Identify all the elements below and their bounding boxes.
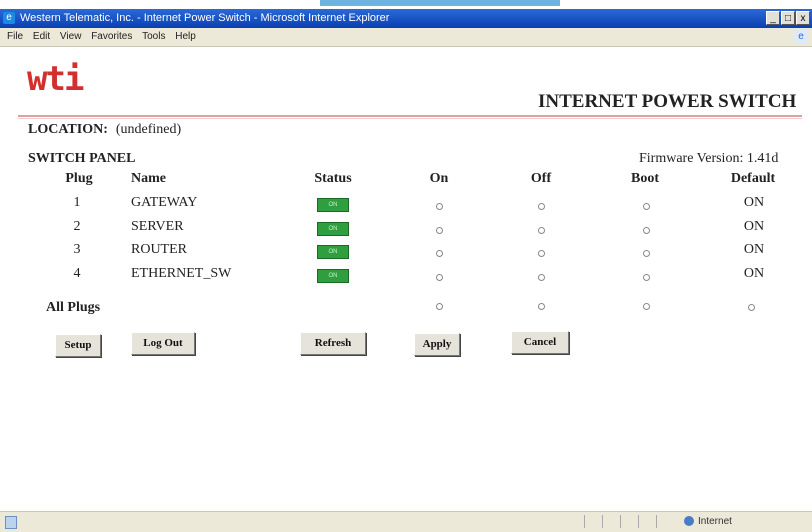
default-value: ON (743, 242, 765, 257)
minimize-button[interactable]: _ (766, 11, 780, 25)
radio-boot[interactable] (643, 250, 650, 257)
status-on-button[interactable]: ON (317, 269, 349, 283)
menu-view[interactable]: View (60, 31, 82, 42)
window-titlebar[interactable]: e Western Telematic, Inc. - Internet Pow… (0, 9, 812, 28)
radio-on[interactable] (436, 274, 443, 281)
page-content: wti INTERNET POWER SWITCH LOCATION: (unde… (0, 47, 812, 511)
default-value: ON (743, 195, 765, 210)
ie-throbber-icon: e (794, 30, 808, 44)
menu-help[interactable]: Help (175, 31, 196, 42)
radio-off[interactable] (538, 250, 545, 257)
menu-bar: File Edit View Favorites Tools Help e (0, 28, 812, 47)
radio-off[interactable] (538, 227, 545, 234)
plug-name: GATEWAY (131, 195, 198, 210)
col-header-status: Status (314, 171, 352, 186)
menu-edit[interactable]: Edit (33, 31, 50, 42)
refresh-button[interactable]: Refresh (300, 332, 366, 355)
plug-number: 3 (73, 242, 81, 257)
window-title: Western Telematic, Inc. - Internet Power… (20, 12, 390, 24)
page-icon (5, 516, 17, 529)
col-header-boot: Boot (631, 171, 659, 186)
apply-button[interactable]: Apply (414, 333, 460, 356)
col-header-plug: Plug (65, 171, 93, 186)
status-segment (638, 515, 653, 528)
radio-boot[interactable] (643, 227, 650, 234)
status-bar: Internet (0, 511, 812, 532)
location-label: LOCATION: (28, 122, 108, 137)
wti-logo: wti (27, 59, 84, 99)
top-banner-strip (320, 0, 560, 6)
close-button[interactable]: x (796, 11, 810, 25)
status-segment (602, 515, 617, 528)
menu-file[interactable]: File (7, 31, 23, 42)
switch-panel-title: SWITCH PANEL (28, 151, 136, 166)
cancel-button[interactable]: Cancel (511, 331, 569, 354)
menu-favorites[interactable]: Favorites (91, 31, 132, 42)
status-on-button[interactable]: ON (317, 245, 349, 259)
col-header-name: Name (131, 171, 166, 186)
col-header-off: Off (530, 171, 552, 186)
plug-number: 1 (73, 195, 81, 210)
radio-all-off[interactable] (538, 303, 545, 310)
product-title: INTERNET POWER SWITCH (538, 91, 797, 112)
location-value: (undefined) (115, 122, 182, 137)
zone-label: Internet (698, 516, 732, 527)
radio-all-on[interactable] (436, 303, 443, 310)
status-segment (656, 515, 671, 528)
header-divider-light (18, 118, 802, 119)
firmware-version: Firmware Version: 1.41d (639, 151, 779, 166)
top-band (0, 0, 812, 9)
radio-boot[interactable] (643, 274, 650, 281)
plug-name: ROUTER (131, 242, 187, 257)
ie-icon: e (3, 12, 15, 24)
globe-icon (684, 516, 694, 527)
radio-off[interactable] (538, 274, 545, 281)
default-value: ON (743, 266, 765, 281)
maximize-button[interactable]: □ (781, 11, 795, 25)
location-line: LOCATION: (undefined) (28, 122, 181, 138)
radio-boot[interactable] (643, 203, 650, 210)
menu-tools[interactable]: Tools (142, 31, 165, 42)
col-header-default: Default (730, 171, 776, 186)
radio-on[interactable] (436, 250, 443, 257)
plug-number: 4 (73, 266, 81, 281)
radio-on[interactable] (436, 203, 443, 210)
radio-on[interactable] (436, 227, 443, 234)
plug-name: ETHERNET_SW (131, 266, 232, 281)
all-plugs-label: All Plugs (46, 300, 101, 315)
setup-button[interactable]: Setup (55, 334, 101, 357)
security-zone: Internet (684, 512, 732, 532)
plug-number: 2 (73, 219, 81, 234)
default-value: ON (743, 219, 765, 234)
status-on-button[interactable]: ON (317, 198, 349, 212)
col-header-on: On (429, 171, 449, 186)
radio-all-boot[interactable] (643, 303, 650, 310)
radio-off[interactable] (538, 203, 545, 210)
status-segment (584, 515, 599, 528)
logout-button[interactable]: Log Out (131, 332, 195, 355)
radio-all-default[interactable] (748, 304, 755, 311)
status-segment (620, 515, 635, 528)
status-on-button[interactable]: ON (317, 222, 349, 236)
header-divider (18, 115, 802, 117)
plug-name: SERVER (131, 219, 184, 234)
